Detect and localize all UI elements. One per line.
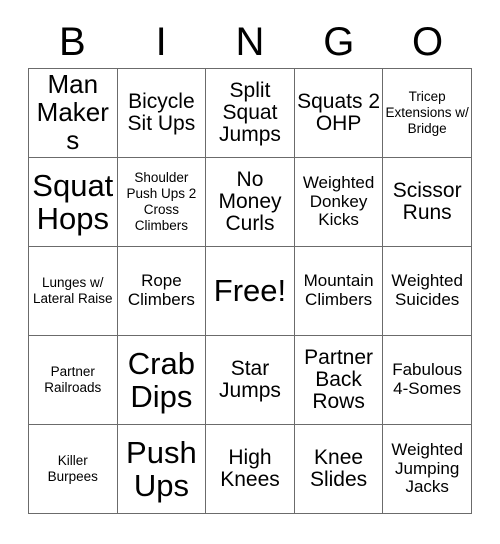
bingo-cell[interactable]: Mountain Climbers: [294, 247, 384, 336]
bingo-cell-label: Free!: [213, 273, 287, 309]
bingo-cell-label: Shoulder Push Ups 2 Cross Climbers: [126, 170, 197, 233]
bingo-cell[interactable]: Push Ups: [117, 425, 207, 514]
bingo-cell-label: Man Makers: [36, 69, 109, 155]
bingo-cell-label: Partner Railroads: [44, 364, 102, 395]
bingo-cell[interactable]: Tricep Extensions w/ Bridge: [383, 69, 472, 158]
bingo-grid: Man Makers Bicycle Sit Ups Split Squat J…: [28, 68, 472, 514]
bingo-cell-label: Knee Slides: [309, 445, 368, 491]
bingo-row: Squat Hops Shoulder Push Ups 2 Cross Cli…: [29, 158, 472, 247]
bingo-cell-label: Squat Hops: [32, 167, 114, 236]
bingo-cell-label: Rope Climbers: [127, 271, 195, 309]
bingo-row: Partner Railroads Crab Dips Star Jumps P…: [29, 336, 472, 425]
bingo-cell[interactable]: Man Makers: [29, 69, 118, 158]
bingo-cell-label: Push Ups: [126, 434, 197, 503]
bingo-header-letter-i: I: [155, 20, 167, 64]
bingo-cell[interactable]: Star Jumps: [206, 336, 295, 425]
bingo-cell-label: Lunges w/ Lateral Raise: [33, 275, 113, 306]
bingo-cell-label: Weighted Donkey Kicks: [302, 172, 375, 230]
bingo-cell[interactable]: Weighted Donkey Kicks: [294, 158, 384, 247]
bingo-cell-label: Fabulous 4-Somes: [392, 360, 463, 398]
bingo-cell[interactable]: Scissor Runs: [383, 158, 472, 247]
bingo-cell-label: Squats 2 OHP: [297, 89, 381, 135]
bingo-cell[interactable]: Crab Dips: [117, 336, 207, 425]
bingo-cell-label: Tricep Extensions w/ Bridge: [385, 89, 469, 136]
bingo-cell-label: Bicycle Sit Ups: [127, 89, 196, 135]
bingo-card: B I N G O Man Makers Bicycle Sit Ups Spl…: [28, 16, 472, 514]
bingo-cell[interactable]: Squat Hops: [29, 158, 118, 247]
bingo-cell[interactable]: Split Squat Jumps: [206, 69, 295, 158]
bingo-cell[interactable]: Squats 2 OHP: [294, 69, 384, 158]
bingo-cell[interactable]: Weighted Suicides: [383, 247, 472, 336]
bingo-cell[interactable]: Weighted Jumping Jacks: [383, 425, 472, 514]
bingo-cell-label: High Knees: [220, 445, 280, 491]
bingo-cell-label: No Money Curls: [218, 167, 282, 236]
bingo-cell[interactable]: High Knees: [206, 425, 295, 514]
bingo-cell-label: Star Jumps: [219, 356, 281, 402]
bingo-cell-label: Weighted Suicides: [391, 271, 463, 309]
bingo-cell[interactable]: Killer Burpees: [29, 425, 118, 514]
bingo-cell-label: Crab Dips: [127, 345, 195, 414]
bingo-cell[interactable]: Partner Railroads: [29, 336, 118, 425]
bingo-cell-label: Scissor Runs: [392, 178, 462, 224]
bingo-row: Lunges w/ Lateral Raise Rope Climbers Fr…: [29, 247, 472, 336]
bingo-cell[interactable]: Lunges w/ Lateral Raise: [29, 247, 118, 336]
bingo-cell[interactable]: Knee Slides: [294, 425, 384, 514]
bingo-cell-label: Partner Back Rows: [304, 345, 374, 414]
bingo-cell[interactable]: Shoulder Push Ups 2 Cross Climbers: [117, 158, 207, 247]
bingo-cell[interactable]: Fabulous 4-Somes: [383, 336, 472, 425]
bingo-header-letter-g: G: [323, 20, 355, 64]
bingo-cell[interactable]: Rope Climbers: [117, 247, 207, 336]
bingo-row: Killer Burpees Push Ups High Knees Knee …: [29, 425, 472, 514]
bingo-cell[interactable]: No Money Curls: [206, 158, 295, 247]
bingo-header-letter-n: N: [235, 20, 265, 64]
bingo-cell[interactable]: Partner Back Rows: [294, 336, 384, 425]
bingo-cell-label: Split Squat Jumps: [219, 78, 281, 147]
bingo-cell-label: Killer Burpees: [47, 453, 98, 484]
bingo-header: B I N G O: [28, 16, 472, 68]
bingo-row: Man Makers Bicycle Sit Ups Split Squat J…: [29, 69, 472, 158]
bingo-cell[interactable]: Bicycle Sit Ups: [117, 69, 207, 158]
bingo-free-space[interactable]: Free!: [206, 247, 295, 336]
bingo-header-letter-b: B: [59, 20, 86, 64]
bingo-cell-label: Mountain Climbers: [303, 271, 374, 309]
bingo-cell-label: Weighted Jumping Jacks: [391, 439, 463, 497]
bingo-header-letter-o: O: [412, 20, 444, 64]
